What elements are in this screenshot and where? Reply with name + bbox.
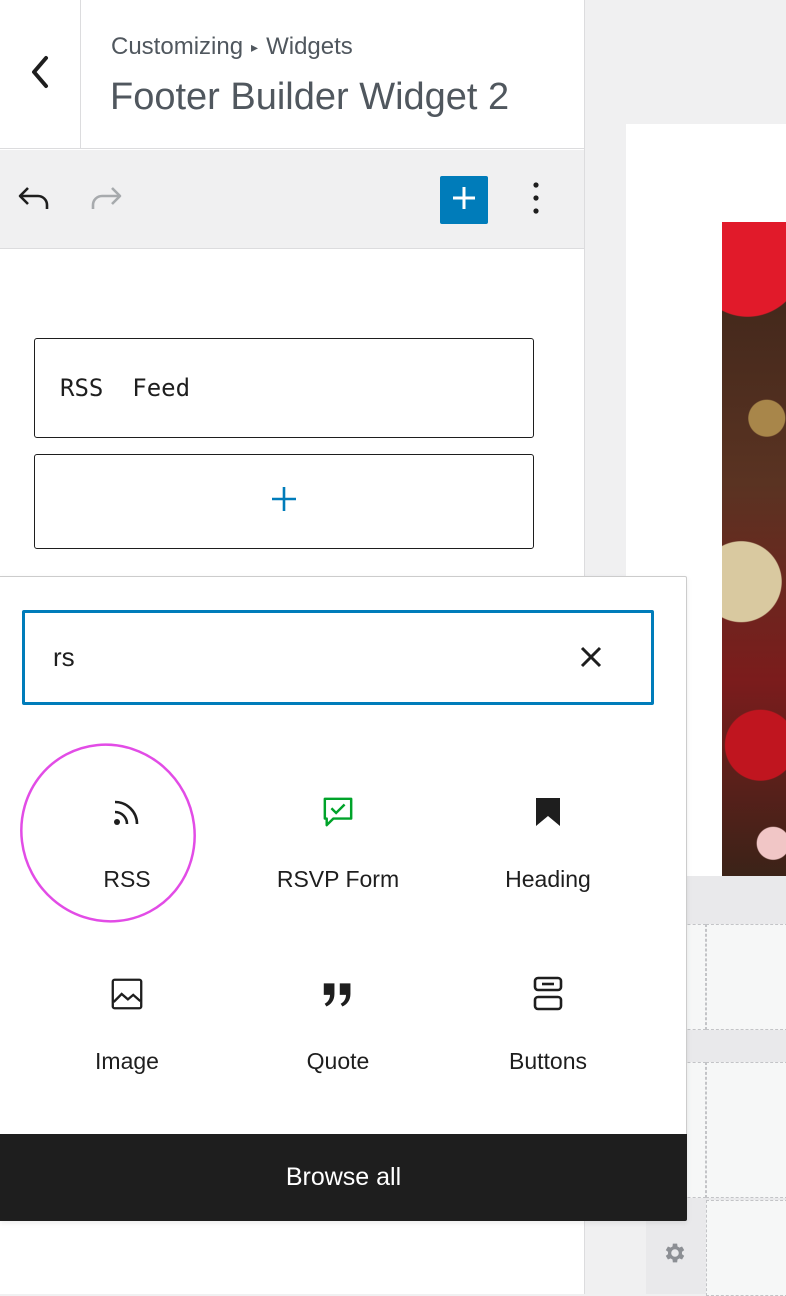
close-icon bbox=[580, 646, 602, 673]
buttons-icon bbox=[532, 976, 564, 1011]
redo-icon bbox=[88, 184, 124, 217]
block-label: Buttons bbox=[509, 1048, 587, 1074]
block-label: Heading bbox=[505, 866, 591, 892]
breadcrumb: Customizing ▸ Widgets bbox=[111, 33, 353, 61]
section-header bbox=[0, 0, 584, 149]
search-input[interactable] bbox=[53, 635, 553, 679]
block-item-quote[interactable]: Quote bbox=[233, 964, 443, 1134]
bookmark-icon bbox=[532, 796, 564, 828]
rsvp-form-icon bbox=[322, 796, 354, 828]
options-button[interactable] bbox=[516, 176, 556, 224]
block-item-rss[interactable]: RSS bbox=[22, 782, 232, 952]
plus-icon bbox=[270, 485, 298, 518]
image-icon bbox=[111, 978, 143, 1010]
block-inserter-toggle[interactable] bbox=[440, 176, 488, 224]
plus-icon bbox=[450, 184, 478, 217]
block-item-image[interactable]: Image bbox=[22, 964, 232, 1134]
undo-icon bbox=[16, 184, 52, 217]
block-item-heading[interactable]: Heading bbox=[443, 782, 653, 952]
chevron-left-icon bbox=[28, 54, 52, 95]
page-title: Footer Builder Widget 2 bbox=[110, 76, 510, 118]
breadcrumb-current: Widgets bbox=[266, 33, 353, 60]
more-vertical-icon bbox=[532, 181, 540, 219]
block-item-buttons[interactable]: Buttons bbox=[443, 964, 653, 1134]
browse-all-button[interactable]: Browse all bbox=[0, 1134, 687, 1221]
back-button[interactable] bbox=[0, 0, 81, 148]
preview-photo bbox=[722, 222, 786, 876]
block-label: RSS bbox=[103, 866, 151, 892]
footer-cell[interactable] bbox=[706, 1200, 786, 1296]
rss-icon bbox=[111, 796, 143, 828]
block-search-box[interactable] bbox=[22, 610, 654, 705]
footer-cell[interactable] bbox=[706, 924, 786, 1030]
breadcrumb-parent: Customizing bbox=[111, 33, 244, 60]
rss-block-label: RSS Feed bbox=[60, 374, 191, 402]
quote-icon bbox=[322, 978, 354, 1010]
block-item-rsvp-form[interactable]: RSVP Form bbox=[233, 782, 443, 952]
footer-cell[interactable] bbox=[706, 1062, 786, 1198]
redo-button[interactable] bbox=[86, 180, 126, 220]
clear-search-button[interactable] bbox=[575, 643, 607, 675]
block-label: RSVP Form bbox=[276, 866, 400, 892]
breadcrumb-separator: ▸ bbox=[251, 39, 259, 55]
block-label: Quote bbox=[306, 1048, 370, 1074]
undo-button[interactable] bbox=[14, 180, 54, 220]
block-label: Image bbox=[95, 1048, 159, 1074]
gear-icon[interactable] bbox=[662, 1240, 688, 1266]
add-block-button[interactable] bbox=[34, 454, 534, 549]
